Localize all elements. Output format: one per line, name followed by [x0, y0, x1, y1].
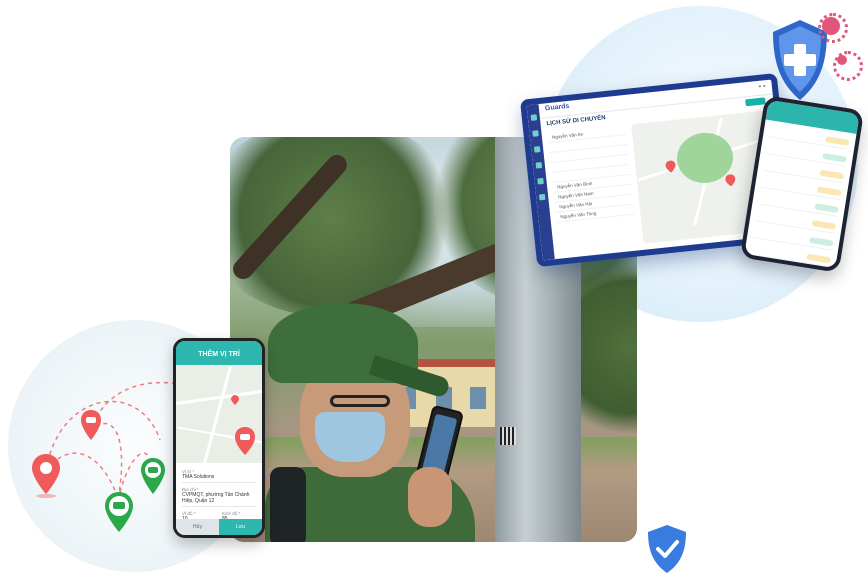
- location-map[interactable]: [176, 365, 262, 463]
- screen-title: THÊM VỊ TRÍ: [176, 341, 262, 365]
- address-input[interactable]: CVPMQT, phường Tân Chánh Hiệp, Quận 12: [182, 492, 256, 507]
- location-pin-icon: [32, 454, 60, 498]
- virus-icon: [833, 51, 863, 81]
- location-pin-icon: [231, 395, 239, 405]
- dashboard-user: ● ●: [758, 83, 767, 90]
- location-pin-icon: [725, 174, 736, 187]
- car-pin-icon: [235, 427, 255, 455]
- location-pin-icon: [665, 160, 676, 173]
- location-name-input[interactable]: TMA Solutions: [182, 474, 256, 483]
- shield-check-icon: [648, 525, 686, 573]
- car-pin-icon: [81, 410, 101, 440]
- cancel-button[interactable]: Hủy: [176, 519, 219, 535]
- face-mask: [315, 412, 385, 462]
- dashboard-action-button[interactable]: [745, 97, 766, 107]
- dashboard-logo: Guards: [544, 102, 570, 113]
- qr-code-sticker: [500, 427, 516, 445]
- car-pin-icon: [141, 458, 165, 494]
- dashboard-person-list: Nguyễn Văn An Nguyễn Văn Bình Nguyễn Văn…: [547, 125, 638, 252]
- virus-icon: [818, 13, 848, 43]
- mobile-app-screen-left: THÊM VỊ TRÍ Vị trí * TMA Solutions Địa c…: [173, 338, 265, 538]
- save-button[interactable]: Lưu: [219, 519, 262, 535]
- car-pin-icon: [105, 492, 133, 532]
